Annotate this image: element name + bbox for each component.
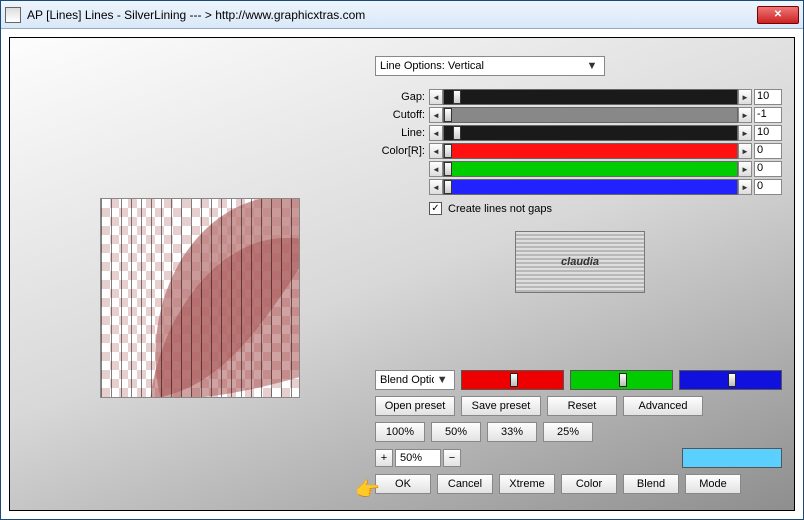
mode-button[interactable]: Mode bbox=[685, 474, 741, 494]
param-row: ◄ ►0 bbox=[375, 178, 782, 196]
param-slider[interactable] bbox=[443, 89, 738, 105]
slider-thumb[interactable] bbox=[619, 373, 627, 387]
increment-button[interactable]: ► bbox=[738, 125, 752, 141]
slider-thumb[interactable] bbox=[453, 126, 461, 140]
decrement-button[interactable]: ◄ bbox=[429, 143, 443, 159]
zoom-preset-button[interactable]: 33% bbox=[487, 422, 537, 442]
param-slider[interactable] bbox=[443, 107, 738, 123]
chevron-down-icon: ▼ bbox=[584, 60, 600, 72]
preview-thumbnail bbox=[100, 198, 300, 398]
app-icon bbox=[5, 7, 21, 23]
slider-thumb[interactable] bbox=[510, 373, 518, 387]
decrement-button[interactable]: ◄ bbox=[429, 107, 443, 123]
client-area: Line Options: Vertical ▼ Gap:◄►10Cutoff:… bbox=[1, 29, 803, 519]
chevron-down-icon: ▼ bbox=[434, 374, 450, 386]
slider-thumb[interactable] bbox=[728, 373, 736, 387]
param-value[interactable]: -1 bbox=[754, 107, 782, 123]
cancel-button[interactable]: Cancel bbox=[437, 474, 493, 494]
zoom-in-button[interactable]: + bbox=[375, 449, 393, 467]
increment-button[interactable]: ► bbox=[738, 107, 752, 123]
param-slider[interactable] bbox=[443, 125, 738, 141]
increment-button[interactable]: ► bbox=[738, 143, 752, 159]
param-row: Line:◄ ►10 bbox=[375, 124, 782, 142]
controls-group: Line Options: Vertical ▼ Gap:◄►10Cutoff:… bbox=[375, 56, 782, 293]
preview-vertical-lines bbox=[101, 199, 299, 397]
increment-button[interactable]: ► bbox=[738, 161, 752, 177]
close-button[interactable]: ✕ bbox=[757, 6, 799, 24]
blend-button[interactable]: Blend bbox=[623, 474, 679, 494]
param-slider[interactable] bbox=[443, 179, 738, 195]
zoom-value[interactable]: 50% bbox=[395, 449, 441, 467]
param-label: Gap: bbox=[375, 91, 429, 103]
slider-thumb[interactable] bbox=[444, 180, 452, 194]
color-swatch[interactable] bbox=[682, 448, 782, 468]
pointer-icon: 👉 bbox=[355, 477, 380, 502]
blue-color-slider[interactable] bbox=[679, 370, 782, 390]
decrement-button[interactable]: ◄ bbox=[429, 125, 443, 141]
brand-logo: claudia bbox=[515, 231, 645, 293]
window-title: AP [Lines] Lines - SilverLining --- > ht… bbox=[27, 8, 365, 22]
param-slider[interactable] bbox=[443, 161, 738, 177]
ok-button[interactable]: OK bbox=[375, 474, 431, 494]
slider-thumb[interactable] bbox=[444, 108, 452, 122]
reset-button[interactable]: Reset bbox=[547, 396, 617, 416]
slider-thumb[interactable] bbox=[444, 162, 452, 176]
param-label: Line: bbox=[375, 127, 429, 139]
line-options-value: Line Options: Vertical bbox=[380, 60, 484, 72]
red-color-slider[interactable] bbox=[461, 370, 564, 390]
color-button[interactable]: Color bbox=[561, 474, 617, 494]
param-row: ◄ ►0 bbox=[375, 160, 782, 178]
slider-thumb[interactable] bbox=[453, 90, 461, 104]
xtreme-button[interactable]: Xtreme bbox=[499, 474, 555, 494]
param-value[interactable]: 10 bbox=[754, 89, 782, 105]
blend-options-dropdown[interactable]: Blend Options ▼ bbox=[375, 370, 455, 390]
decrement-button[interactable]: ◄ bbox=[429, 161, 443, 177]
zoom-preset-button[interactable]: 100% bbox=[375, 422, 425, 442]
param-row: Gap:◄ ►10 bbox=[375, 88, 782, 106]
advanced-button[interactable]: Advanced bbox=[623, 396, 703, 416]
create-lines-label: Create lines not gaps bbox=[448, 203, 552, 215]
dialog-panel: Line Options: Vertical ▼ Gap:◄►10Cutoff:… bbox=[9, 37, 795, 511]
param-label: Color[R]: bbox=[375, 145, 429, 157]
param-value[interactable]: 10 bbox=[754, 125, 782, 141]
plugin-window: AP [Lines] Lines - SilverLining --- > ht… bbox=[0, 0, 804, 520]
param-slider[interactable] bbox=[443, 143, 738, 159]
zoom-preset-button[interactable]: 50% bbox=[431, 422, 481, 442]
zoom-out-button[interactable]: − bbox=[443, 449, 461, 467]
param-label: Cutoff: bbox=[375, 109, 429, 121]
param-value[interactable]: 0 bbox=[754, 161, 782, 177]
increment-button[interactable]: ► bbox=[738, 89, 752, 105]
param-row: Cutoff:◄ ►-1 bbox=[375, 106, 782, 124]
param-value[interactable]: 0 bbox=[754, 143, 782, 159]
slider-thumb[interactable] bbox=[444, 144, 452, 158]
param-row: Color[R]:◄ ►0 bbox=[375, 142, 782, 160]
green-color-slider[interactable] bbox=[570, 370, 673, 390]
bottom-panel: Blend Options ▼ Open preset Save preset … bbox=[375, 370, 782, 500]
save-preset-button[interactable]: Save preset bbox=[461, 396, 541, 416]
open-preset-button[interactable]: Open preset bbox=[375, 396, 455, 416]
decrement-button[interactable]: ◄ bbox=[429, 179, 443, 195]
zoom-preset-button[interactable]: 25% bbox=[543, 422, 593, 442]
param-value[interactable]: 0 bbox=[754, 179, 782, 195]
decrement-button[interactable]: ◄ bbox=[429, 89, 443, 105]
titlebar[interactable]: AP [Lines] Lines - SilverLining --- > ht… bbox=[1, 1, 803, 29]
increment-button[interactable]: ► bbox=[738, 179, 752, 195]
line-options-dropdown[interactable]: Line Options: Vertical ▼ bbox=[375, 56, 605, 76]
create-lines-checkbox[interactable]: ✓ bbox=[429, 202, 442, 215]
